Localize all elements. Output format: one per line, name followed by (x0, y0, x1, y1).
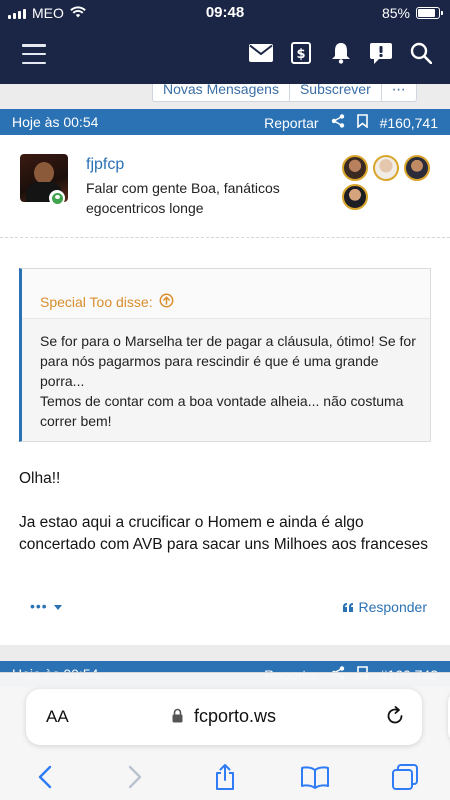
url-display[interactable]: fcporto.ws (26, 706, 422, 728)
trophy-badge-icon[interactable] (342, 155, 368, 181)
quote-line: Se for para o Marselha ter de pagar a cl… (40, 333, 416, 389)
site-header: $ (0, 26, 450, 84)
post-header: Hoje às 00:54 Reportar #160,741 (0, 109, 450, 135)
report-link[interactable]: Reportar (264, 115, 318, 131)
domain-text: fcporto.ws (193, 706, 277, 726)
browser-toolbar (0, 757, 450, 797)
author-username[interactable]: fjpfcp (86, 156, 124, 174)
bell-icon[interactable] (328, 40, 354, 66)
share-icon[interactable] (331, 114, 345, 131)
quote-line: Temos de contar com a boa vontade alheia… (40, 393, 404, 429)
message-body: Olha!! Ja estao aqui a crucificar o Home… (19, 468, 429, 578)
inbox-icon[interactable] (248, 40, 274, 66)
more-dots: ••• (30, 597, 48, 614)
tabs-icon[interactable] (389, 761, 421, 793)
ios-status-bar: MEO 09:48 85% (0, 0, 450, 26)
quote-expand-icon[interactable] (159, 293, 174, 311)
trophy-badge-icon[interactable] (373, 155, 399, 181)
message-paragraph: Ja estao aqui a crucificar o Homem e ain… (19, 514, 428, 553)
reload-icon[interactable] (384, 705, 406, 732)
reply-label: Responder (358, 599, 428, 615)
new-messages-button[interactable]: Novas Mensagens (153, 84, 290, 101)
forward-icon[interactable] (119, 761, 151, 793)
trophy-badge-icon[interactable] (404, 155, 430, 181)
menu-icon[interactable] (22, 44, 46, 64)
message-paragraph: Olha!! (19, 470, 61, 487)
quote-author[interactable]: Special Too disse: (40, 294, 153, 310)
more-options-button[interactable]: ⋯ (382, 84, 416, 101)
search-icon[interactable] (408, 40, 434, 66)
online-status-icon (49, 190, 65, 206)
battery-icon (416, 7, 443, 19)
quote-block: Special Too disse: Se for para o Marselh… (19, 268, 431, 442)
post-number-link[interactable]: #160,741 (380, 115, 438, 131)
post-more-menu[interactable]: ••• (30, 595, 62, 616)
battery-area: 85% (381, 5, 443, 21)
post-date[interactable]: Hoje às 00:54 (12, 114, 98, 130)
bookmarks-icon[interactable] (299, 761, 331, 793)
quote-header[interactable]: Special Too disse: (22, 269, 430, 319)
quote-body: Se for para o Marselha ter de pagar a cl… (22, 319, 430, 431)
trophy-badge-icon[interactable] (342, 184, 368, 210)
author-divider (0, 237, 450, 238)
subscribe-button[interactable]: Subscrever (290, 84, 382, 101)
thread-controls: Novas Mensagens Subscrever ⋯ (152, 84, 417, 102)
author-title: Falar com gente Boa, fanáticos egocentri… (86, 180, 280, 216)
quote-marks-icon (342, 599, 354, 615)
svg-text:$: $ (296, 47, 305, 62)
bookmark-icon[interactable] (356, 114, 368, 131)
post-actions: Reportar #160,741 (264, 114, 438, 131)
browser-chrome: AA fcporto.ws (0, 672, 450, 800)
user-trophies (342, 155, 432, 210)
post-card: fjpfcp Falar com gente Boa, fanáticos eg… (0, 135, 450, 645)
share-icon[interactable] (209, 761, 241, 793)
battery-percent: 85% (381, 5, 410, 21)
lock-icon (172, 707, 183, 728)
reply-button[interactable]: Responder (342, 599, 428, 615)
address-bar[interactable]: AA fcporto.ws (26, 689, 422, 745)
header-actions: $ (248, 40, 434, 66)
chevron-down-icon (53, 595, 62, 616)
alert-icon[interactable] (368, 40, 394, 66)
back-icon[interactable] (29, 761, 61, 793)
dollar-icon[interactable]: $ (288, 40, 314, 66)
